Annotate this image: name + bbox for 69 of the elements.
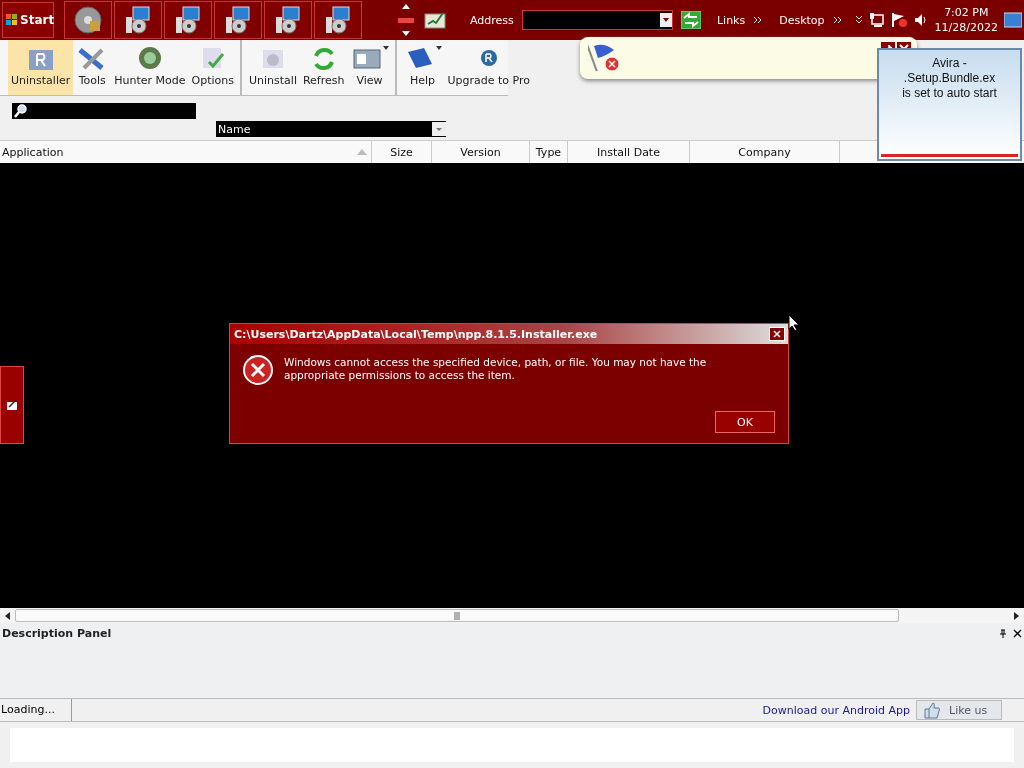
flag-error-icon bbox=[588, 42, 622, 74]
speaker-icon[interactable] bbox=[912, 12, 929, 28]
notepad-icon bbox=[6, 399, 18, 411]
ok-button[interactable]: OK bbox=[715, 411, 775, 433]
ribbon-button[interactable]: Hunter Mode bbox=[111, 40, 189, 95]
dropdown-arrow-icon bbox=[382, 46, 389, 50]
windows-logo-icon bbox=[6, 14, 18, 26]
notification-text: is set to auto start bbox=[902, 86, 997, 101]
android-app-link[interactable]: Download our Android App bbox=[762, 703, 910, 717]
ribbon-button[interactable]: Refresh bbox=[299, 40, 348, 95]
pin-icon[interactable] bbox=[999, 629, 1007, 638]
ribbon-button[interactable]: Upgrade to Pro bbox=[444, 40, 534, 95]
right-arrow-icon bbox=[1013, 610, 1021, 621]
links-toolbar[interactable]: Links bbox=[716, 13, 746, 27]
chevron-icon[interactable] bbox=[753, 16, 764, 24]
close-icon[interactable] bbox=[1013, 629, 1022, 638]
error-icon bbox=[242, 354, 274, 386]
clock-date: 11/28/2022 bbox=[934, 20, 998, 35]
computer-disc-icon bbox=[223, 5, 253, 35]
chevron-down-icon[interactable] bbox=[854, 15, 863, 25]
go-arrows-icon[interactable] bbox=[680, 11, 701, 29]
sort-ascending-icon bbox=[357, 149, 367, 155]
up-arrow-icon bbox=[401, 2, 411, 10]
thumbs-up-icon bbox=[923, 701, 941, 719]
taskbar-button[interactable] bbox=[164, 1, 212, 39]
chevron-icon[interactable] bbox=[832, 16, 843, 24]
scrollbar-thumb[interactable] bbox=[15, 609, 899, 622]
ribbon-button[interactable]: Tools bbox=[73, 40, 112, 95]
address-label: Address bbox=[470, 13, 514, 27]
network-icon[interactable] bbox=[868, 12, 885, 28]
panel-title: Description Panel bbox=[2, 627, 113, 640]
search-field[interactable] bbox=[12, 103, 196, 119]
desktop-toolbar[interactable]: Desktop bbox=[779, 13, 825, 27]
dropdown-arrow-icon bbox=[435, 46, 442, 50]
ribbon-button[interactable]: View bbox=[347, 40, 397, 95]
taskbar-button[interactable] bbox=[214, 1, 262, 39]
computer-disc-icon bbox=[173, 5, 203, 35]
ribbon-button[interactable]: Help bbox=[400, 40, 445, 95]
taskbar-button[interactable] bbox=[64, 1, 112, 39]
computer-disc-icon bbox=[273, 5, 303, 35]
address-field[interactable] bbox=[521, 10, 673, 30]
taskbar-button[interactable] bbox=[264, 1, 312, 39]
clock-time: 7:02 PM bbox=[944, 5, 989, 20]
computer-disc-icon bbox=[123, 5, 153, 35]
left-arrow-icon bbox=[3, 610, 11, 621]
notification-text: Avira - bbox=[932, 56, 967, 71]
flag-error-icon[interactable] bbox=[890, 12, 907, 28]
taskbar-button[interactable] bbox=[314, 1, 362, 39]
taskbar-button[interactable] bbox=[114, 1, 162, 39]
clock[interactable]: 7:02 PM 11/28/2022 bbox=[934, 5, 998, 35]
like-button[interactable]: Like us bbox=[916, 700, 1002, 720]
ribbon-button[interactable]: Uninstall bbox=[246, 40, 300, 95]
ribbon-button[interactable]: Uninstaller bbox=[8, 40, 74, 95]
mouse-pointer-icon bbox=[788, 314, 800, 332]
dialog-title: C:\Users\Dartz\AppData\Local\Temp\npp.8.1.5.Installer.exe bbox=[234, 327, 598, 341]
status-text: Loading... bbox=[0, 699, 72, 721]
disc-icon bbox=[73, 5, 103, 35]
notification-text: .Setup.Bundle.ex bbox=[903, 71, 996, 86]
start-button[interactable]: Start bbox=[2, 2, 54, 38]
side-tab[interactable] bbox=[0, 366, 24, 444]
search-icon bbox=[14, 104, 28, 118]
grip-icon bbox=[454, 611, 460, 620]
sort-dropdown[interactable]: Name bbox=[216, 121, 446, 137]
down-arrow-icon bbox=[401, 30, 411, 38]
horizontal-scrollbar[interactable] bbox=[0, 608, 1024, 623]
error-message: Windows cannot access the specified device, path, or file. You may not have the appropriate permissions to access the item. bbox=[284, 356, 708, 383]
ribbon-button[interactable]: Options bbox=[188, 40, 242, 95]
view-icon bbox=[350, 46, 383, 70]
computer-disc-icon bbox=[323, 5, 353, 35]
